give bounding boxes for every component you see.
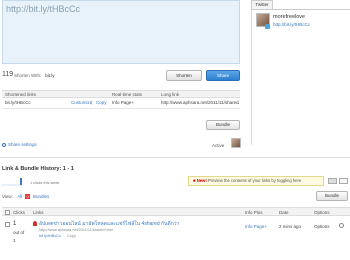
history-bundle-button[interactable]: Bundle xyxy=(316,191,348,201)
row-info-link[interactable]: Info Page+ xyxy=(245,224,267,229)
view-all-link[interactable]: All xyxy=(17,194,22,199)
favicon-icon xyxy=(33,221,37,226)
copy-link[interactable]: Copy xyxy=(96,100,107,105)
share-button[interactable]: Share xyxy=(206,70,240,81)
view-filter: View: All 0 Bundles xyxy=(2,194,49,199)
tab-twitter[interactable]: Twitter xyxy=(251,0,273,9)
notice-new-label: New! xyxy=(196,178,207,183)
row-title[interactable]: อัปเดตข่าวออนไลน์ มาอัพโหลดและแชร์ไฟล์ใน… xyxy=(39,220,239,228)
col-info-plus: Info Plus xyxy=(245,209,263,215)
links-table-row: bit.ly/tHBcCc Customize | Copy Info Page… xyxy=(2,99,240,109)
url-compose-text: http://bit.ly/tHBcCc xyxy=(6,4,81,14)
notice-text: Preview the contents of your links by to… xyxy=(207,178,302,183)
active-label: Active xyxy=(212,143,225,148)
gear-icon[interactable] xyxy=(339,223,344,228)
history-table-header: Clicks Links Info Plus Date Options xyxy=(2,207,350,216)
row-total: 1 xyxy=(13,238,16,243)
bundle-button[interactable]: Bundle xyxy=(206,120,240,130)
toggle-list-icon[interactable] xyxy=(328,178,337,184)
col-shortened-links: Shortened links xyxy=(5,92,37,97)
col-clicks: Clicks xyxy=(13,209,25,215)
share-settings-label: Share settings xyxy=(8,142,37,147)
shortener-select[interactable]: bit.ly xyxy=(45,73,54,78)
row-options[interactable]: Options xyxy=(314,224,330,229)
section-divider xyxy=(0,157,350,158)
customize-link[interactable]: Customize xyxy=(71,100,92,105)
col-options: Options xyxy=(314,209,330,215)
select-all-checkbox[interactable] xyxy=(5,209,10,215)
char-count: 119 xyxy=(2,71,14,78)
row-date: 2 mins ago xyxy=(279,224,302,229)
toggle-preview-icon[interactable] xyxy=(339,178,348,184)
col-date: Date xyxy=(279,209,289,215)
history-title: Link & Bundle History: 1 - 1 xyxy=(2,166,74,172)
col-long-link: Long link xyxy=(161,92,180,97)
active-avatar[interactable] xyxy=(231,138,241,148)
row-copy-link[interactable]: Copy xyxy=(67,234,76,238)
shorten-with-row: Shorten With: bit.ly xyxy=(14,73,55,78)
long-link[interactable]: http://www.aphsara.net/2011/11/shared/ xyxy=(161,100,239,105)
twitter-tab-divider xyxy=(251,9,350,10)
clicks-week-text: 1 clicks this week xyxy=(30,181,60,185)
shorten-with-label: Shorten With: xyxy=(14,73,42,78)
link-separator: | xyxy=(91,100,93,105)
row-clicks: 1 xyxy=(13,221,17,227)
share-settings-link[interactable]: Share settings xyxy=(2,142,37,147)
sparkline-bar xyxy=(20,178,22,185)
row-checkbox[interactable] xyxy=(5,222,10,227)
notice-new-icon: ■ xyxy=(193,178,196,183)
twitter-username: morefreelove xyxy=(273,14,306,20)
links-table-header: Shortened links Real-time stats Long lin… xyxy=(2,90,240,98)
twitter-bird-icon xyxy=(265,24,270,29)
short-link[interactable]: bit.ly/tHBcCc xyxy=(5,100,31,105)
twitter-link[interactable]: http://bit.ly/tHBcCc xyxy=(273,22,310,27)
row-out-of: out of xyxy=(13,230,25,235)
preview-notice: ■ New! Preview the contents of your link… xyxy=(188,176,324,186)
view-bundles-link[interactable]: Bundles xyxy=(33,194,49,199)
row-short-url[interactable]: bit.ly/tHBcCc xyxy=(39,234,61,238)
view-count-badge: 0 xyxy=(25,194,30,199)
history-row: 1 out of 1 อัปเดตข่าวออนไลน์ มาอัพโหลดแล… xyxy=(2,218,350,258)
clicks-sparkline xyxy=(2,178,22,186)
row-long-url[interactable]: http://www.aphsara.net/2011/11/shared.ht… xyxy=(39,228,113,232)
preview-toggle[interactable] xyxy=(328,178,348,184)
col-realtime-stats: Real-time stats xyxy=(112,92,143,97)
info-page-link[interactable]: Info Page+ xyxy=(112,100,134,105)
view-label: View: xyxy=(2,194,13,199)
gear-icon xyxy=(2,142,6,147)
shorten-button[interactable]: Shorten xyxy=(166,70,202,81)
col-links: Links xyxy=(33,209,44,215)
